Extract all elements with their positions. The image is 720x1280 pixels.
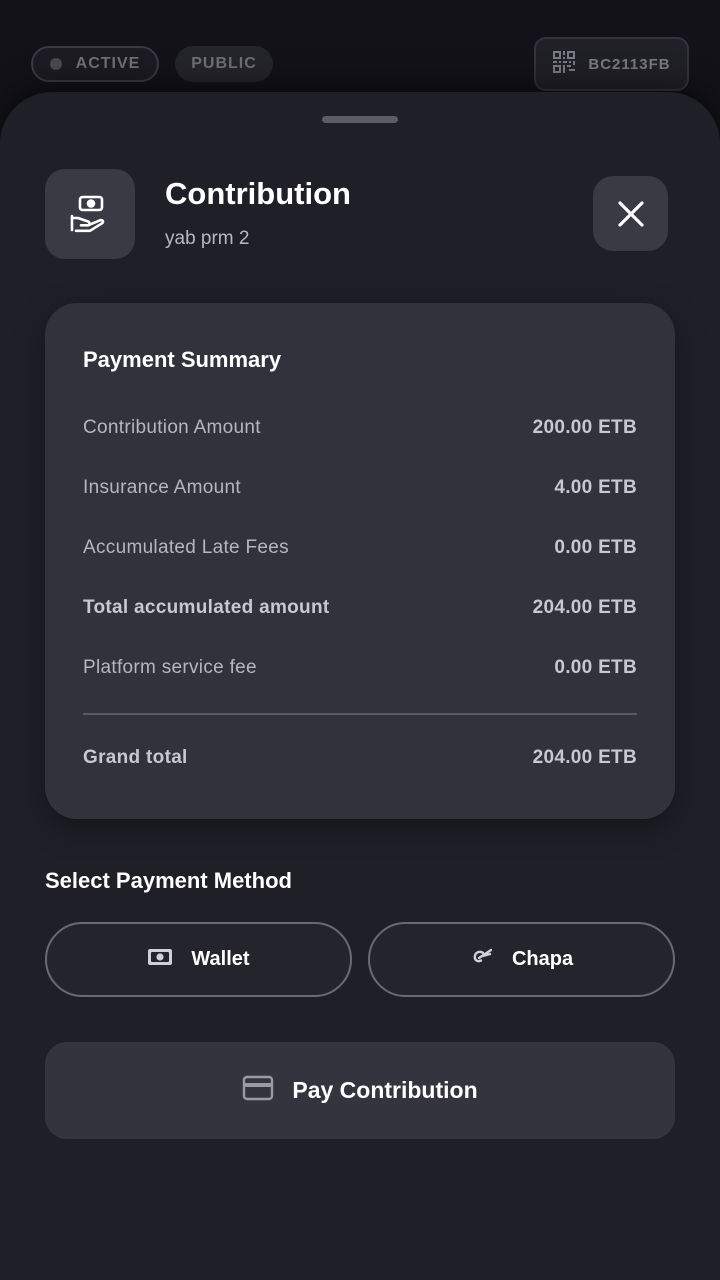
visibility-badge: PUBLIC <box>175 46 273 82</box>
summary-row-label: Accumulated Late Fees <box>83 537 289 558</box>
chapa-method-label: Chapa <box>511 948 574 970</box>
card-icon <box>242 1075 274 1107</box>
drag-handle[interactable] <box>322 116 398 123</box>
close-icon <box>617 200 644 227</box>
summary-row-label: Total accumulated amount <box>83 597 330 618</box>
summary-row-label: Platform service fee <box>83 657 257 678</box>
summary-row-value: 0.00 ETB <box>554 657 637 678</box>
summary-row-insurance: Insurance Amount 4.00 ETB <box>83 477 637 499</box>
group-name: yab prm 2 <box>165 228 250 249</box>
page-title: Contribution <box>165 176 351 211</box>
status-badge-active: ACTIVE <box>31 46 159 82</box>
grand-total-label: Grand total <box>83 747 188 768</box>
group-code-label: BC2113FB <box>588 55 671 73</box>
payment-method-title: Select Payment Method <box>45 868 292 893</box>
pay-contribution-button[interactable]: Pay Contribution <box>45 1042 675 1139</box>
grand-total-value: 204.00 ETB <box>532 747 637 768</box>
close-button[interactable] <box>593 176 668 251</box>
payment-summary-card: Payment Summary Contribution Amount 200.… <box>45 303 675 819</box>
pay-contribution-label: Pay Contribution <box>292 1077 478 1103</box>
summary-row-value: 204.00 ETB <box>532 597 637 618</box>
summary-row-value: 200.00 ETB <box>532 417 637 438</box>
summary-divider <box>83 713 637 715</box>
summary-row-contribution: Contribution Amount 200.00 ETB <box>83 417 637 439</box>
summary-row-value: 0.00 ETB <box>554 537 637 558</box>
status-dot-icon <box>49 58 62 70</box>
payment-summary-title: Payment Summary <box>83 347 282 372</box>
status-active-label: ACTIVE <box>75 55 141 72</box>
hand-money-icon <box>70 195 105 233</box>
summary-row-label: Insurance Amount <box>83 477 241 498</box>
cash-icon <box>147 948 173 972</box>
summary-row-value: 4.00 ETB <box>554 477 637 498</box>
chapa-method-button[interactable]: Chapa <box>368 922 675 997</box>
contribution-app-icon <box>45 169 135 259</box>
summary-row-grand-total: Grand total 204.00 ETB <box>83 747 637 769</box>
contribution-sheet: Contribution yab prm 2 Payment Summary C… <box>0 92 720 1280</box>
qr-code-icon <box>552 50 576 78</box>
summary-row-label: Contribution Amount <box>83 417 261 438</box>
summary-row-total-accumulated: Total accumulated amount 204.00 ETB <box>83 597 637 619</box>
group-code-button[interactable]: BC2113FB <box>534 37 689 91</box>
visibility-label: PUBLIC <box>191 55 257 72</box>
chapa-icon <box>470 947 494 973</box>
summary-row-late-fees: Accumulated Late Fees 0.00 ETB <box>83 537 637 559</box>
summary-row-service-fee: Platform service fee 0.00 ETB <box>83 657 637 679</box>
wallet-method-label: Wallet <box>191 948 250 970</box>
wallet-method-button[interactable]: Wallet <box>45 922 352 997</box>
